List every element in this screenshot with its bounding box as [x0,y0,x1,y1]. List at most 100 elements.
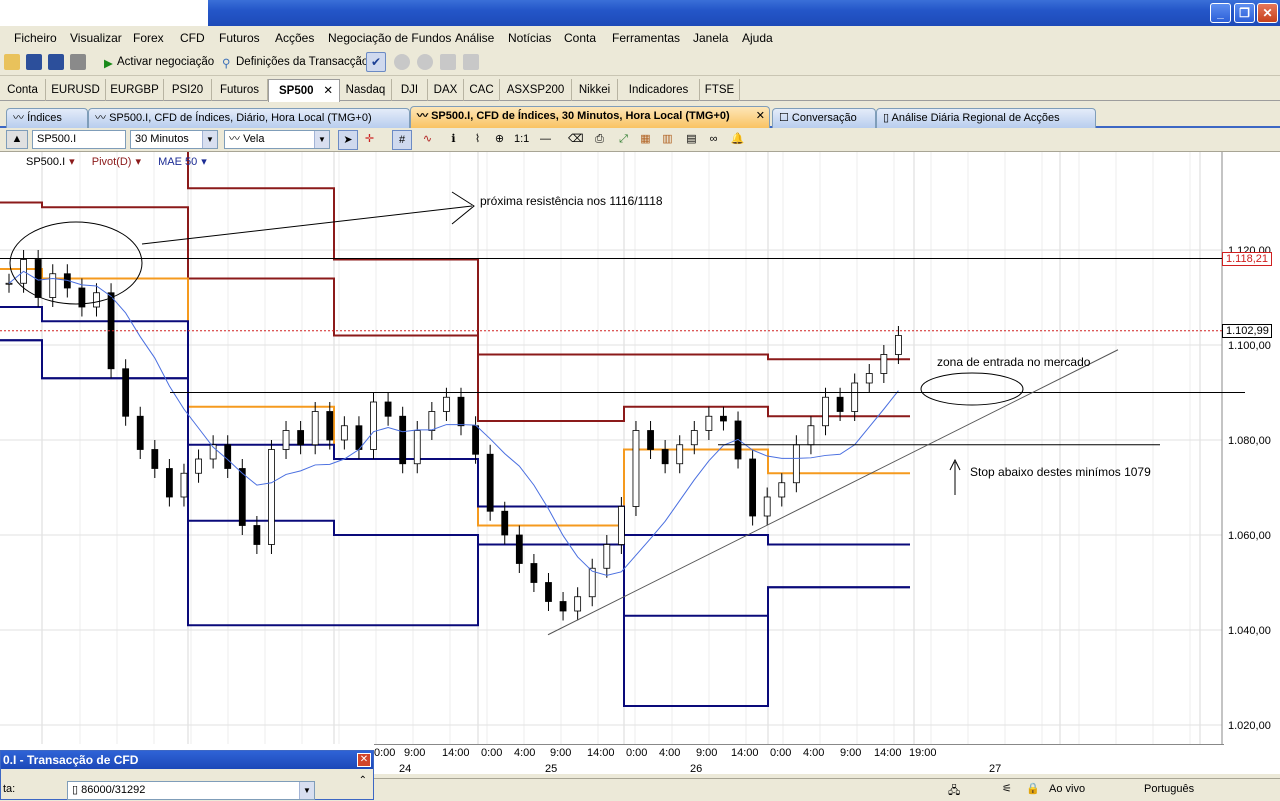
check-icon[interactable]: ✔ [366,52,386,72]
open-icon[interactable] [4,54,20,70]
info-icon[interactable]: ℹ [446,132,461,147]
eraser-icon[interactable]: ⌫ [568,132,584,147]
grid-icon[interactable]: # [392,130,412,150]
refresh-icon[interactable] [463,54,479,70]
candle-body [632,430,640,507]
title-bar: _ ❐ ✕ [0,0,1280,26]
zoom-icon[interactable]: ⊕ [492,132,507,147]
menu-futuros[interactable]: Futuros [219,31,260,45]
wtab-sp500-daily-label: SP500.I, CFD de Índices, Diário, Hora Lo… [109,112,372,124]
x-time: 4:00 [803,747,825,759]
play-icon[interactable]: ▶ [104,56,113,70]
x-time: 14:00 [731,747,759,759]
menu-cfd[interactable]: CFD [180,31,205,45]
close-window-tab-icon[interactable]: ✕ [756,107,765,125]
tab-asxsp200[interactable]: ASXSP200 [500,79,572,101]
chart-icon[interactable]: ⌇ [470,132,485,147]
tab-eurgbp[interactable]: EURGBP [106,79,164,101]
menu-accoes[interactable]: Acções [275,31,314,45]
candle-body [311,411,319,446]
candle-body [749,458,757,517]
home-icon[interactable] [440,54,456,70]
scale-button[interactable]: 1:1 [514,132,529,147]
menu-fundos[interactable]: Negociação de Fundos [328,31,451,45]
candle-body [253,525,261,545]
tab-conta[interactable]: Conta [0,79,46,101]
print-chart-icon[interactable]: ⎙ [592,132,607,147]
menu-ajuda[interactable]: Ajuda [742,31,773,45]
candle-body [705,415,713,431]
wtab-sp500-30min[interactable]: 〰 SP500.I, CFD de Índices, 30 Minutos, H… [410,106,770,128]
menu-visualizar[interactable]: Visualizar [70,31,122,45]
layout-icon[interactable]: ▥ [660,132,675,147]
legend-pivot[interactable]: Pivot(D) [92,156,132,168]
tab-psi20[interactable]: PSI20 [164,79,212,101]
menu-ficheiro[interactable]: Ficheiro [14,31,57,45]
candle-body [457,396,465,427]
transaction-settings-button[interactable]: Definições da Transacção [236,56,368,68]
close-panel-icon[interactable]: ✕ [357,753,371,767]
close-button[interactable]: ✕ [1257,3,1278,23]
menu-analise[interactable]: Análise [455,31,494,45]
x-time: 0:00 [374,747,396,759]
wtab-conversacao[interactable]: ☐ Conversação [772,108,876,128]
account-select[interactable]: ▯ 86000/31292 ▼ [67,781,315,800]
period-select[interactable]: 30 Minutos ▼ [130,130,218,149]
candle-body [486,453,494,512]
legend-mae[interactable]: MAE 50 [158,156,197,168]
save-all-icon[interactable] [48,54,64,70]
nav-forward-icon[interactable] [417,54,433,70]
tab-nikkei[interactable]: Nikkei [572,79,618,101]
tab-dji[interactable]: DJI [392,79,428,101]
candle-body [574,596,582,612]
tab-dax[interactable]: DAX [428,79,464,101]
settings-icon[interactable]: ⚲ [222,56,230,70]
tab-sp500[interactable]: SP500 ✕ [268,79,340,102]
price-chart[interactable]: SP500.I ▾ Pivot(D) ▾ MAE 50 ▾ 1.120,00 1.10… [0,152,1280,774]
menu-noticias[interactable]: Notícias [508,31,551,45]
tab-futuros[interactable]: Futuros [212,79,268,101]
wtab-analise[interactable]: ▯ Análise Diária Regional de Acções [876,108,1096,128]
save-icon[interactable] [26,54,42,70]
wtab-indices[interactable]: 〰 Índices [6,108,88,128]
close-tab-icon[interactable]: ✕ [323,80,333,102]
legend-symbol[interactable]: SP500.I [26,156,65,168]
maximize-button[interactable]: ❐ [1234,3,1255,23]
candle-body [647,430,654,450]
tab-sp500-label: SP500 [279,85,314,97]
indicator-icon[interactable]: ∿ [420,132,435,147]
candle-body [268,449,275,545]
symbol-field[interactable]: SP500.I [32,130,126,149]
candle-body [238,468,246,526]
tab-eurusd[interactable]: EURUSD [46,79,106,101]
print-icon[interactable] [70,54,86,70]
menu-conta[interactable]: Conta [564,31,596,45]
collapse-icon[interactable]: ▲ [6,130,28,149]
tab-ftse[interactable]: FTSE [700,79,740,101]
nav-back-icon[interactable] [394,54,410,70]
wtab-sp500-daily[interactable]: 〰 SP500.I, CFD de Índices, Diário, Hora … [88,108,410,128]
line-icon[interactable]: — [538,132,553,147]
candle-body [617,506,625,545]
minimize-button[interactable]: _ [1210,3,1231,23]
menu-forex[interactable]: Forex [133,31,164,45]
link-icon[interactable]: ∞ [706,132,721,147]
template-icon[interactable]: ▦ [638,132,653,147]
menu-janela[interactable]: Janela [693,31,728,45]
menu-ferramentas[interactable]: Ferramentas [612,31,680,45]
cursor-icon[interactable]: ➤ [338,130,358,150]
tab-cac[interactable]: CAC [464,79,500,101]
collapse-panel-icon[interactable]: ⌃ [359,775,367,786]
compare-icon[interactable]: ▤ [684,132,699,147]
wtab-indices-label: Índices [27,112,62,124]
activate-trading-button[interactable]: Activar negociação [117,56,214,68]
status-bar: 🖧 ⚟ 🔒 Ao vivo Português [374,778,1280,800]
chevron-down-icon: ▼ [202,131,217,148]
bell-icon[interactable]: 🔔 [730,132,745,147]
crosshair-icon[interactable]: ✛ [362,132,377,147]
chart-style-select[interactable]: 〰 Vela ▼ [224,130,330,149]
candle-body [720,415,727,422]
expand-icon[interactable]: ⤢ [616,132,631,147]
tab-nasdaq[interactable]: Nasdaq [340,79,392,101]
tab-indicadores[interactable]: Indicadores [618,79,700,101]
